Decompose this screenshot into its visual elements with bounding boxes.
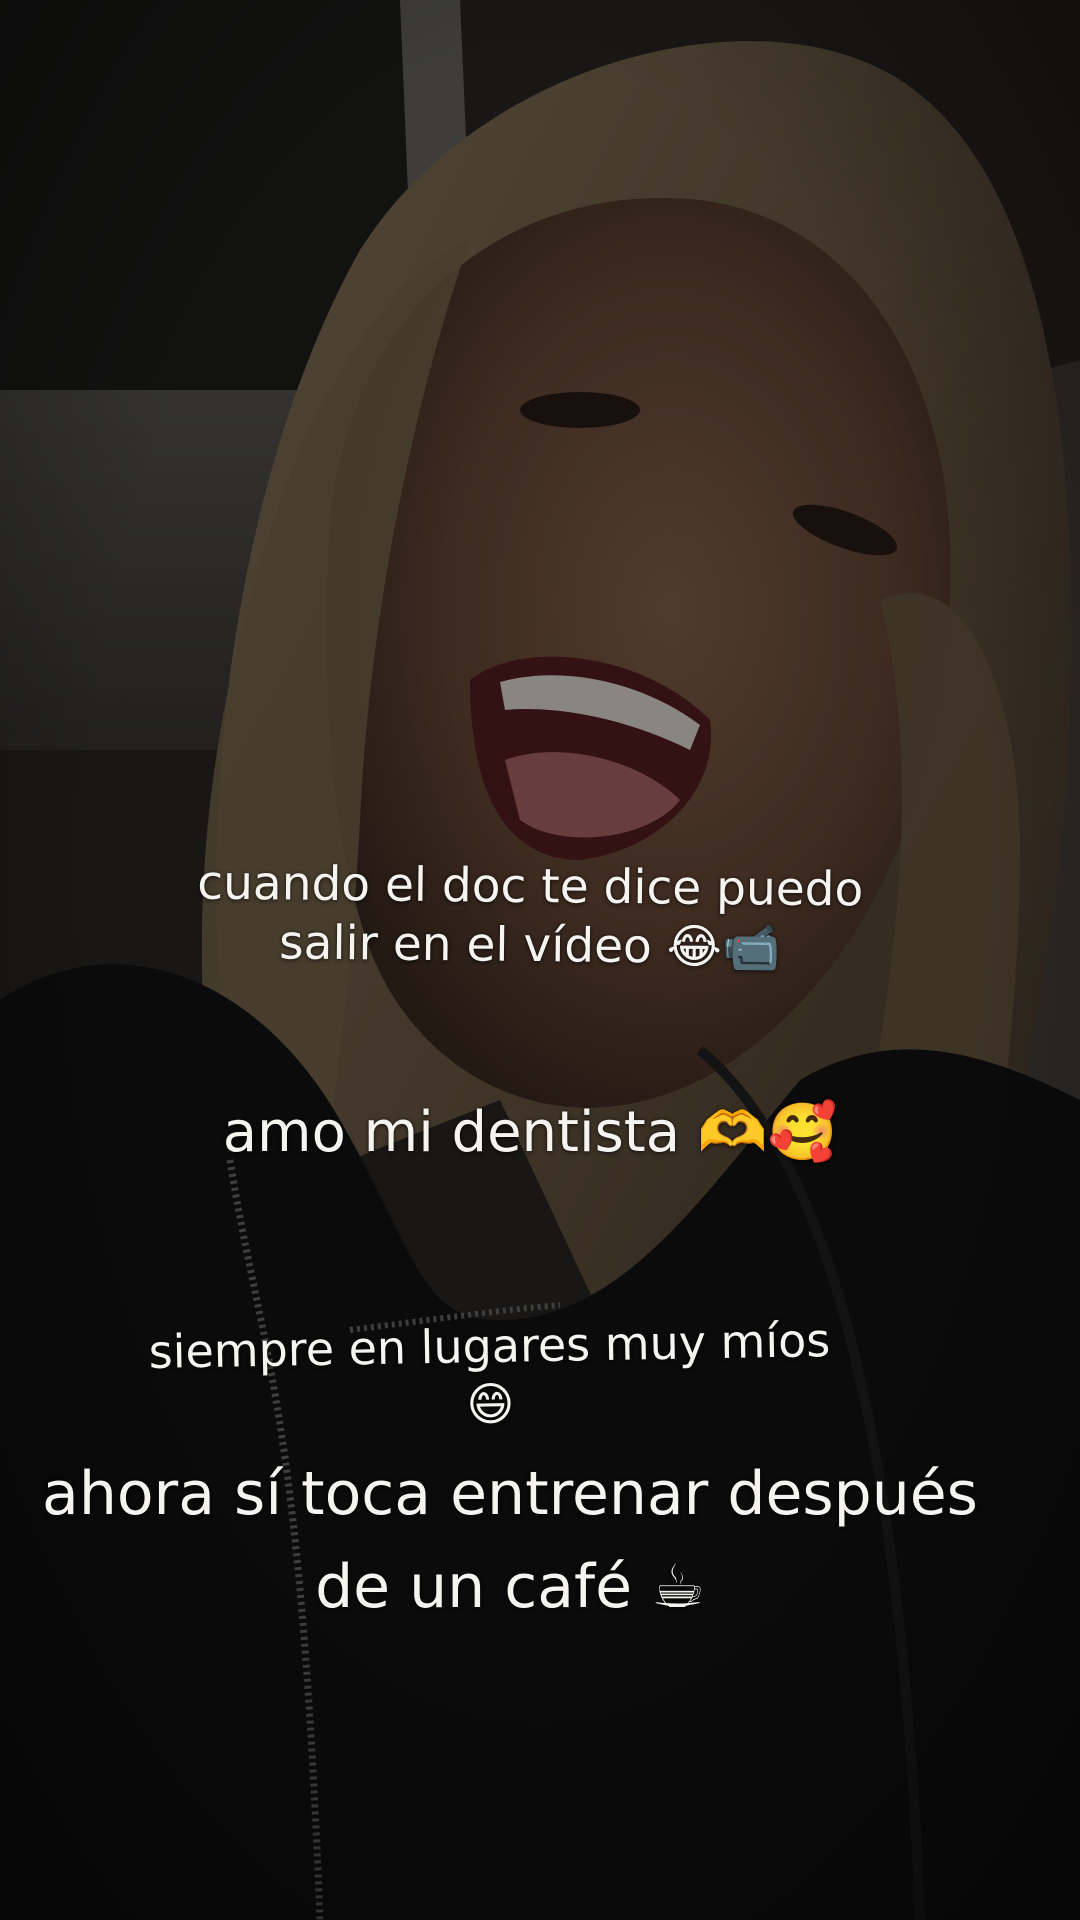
caption-line: amo mi dentista 🫶🥰: [222, 1100, 838, 1165]
caption-line: salir en el vídeo 😂📹: [278, 915, 781, 976]
caption-line: ahora sí toca entrenar después: [42, 1459, 978, 1529]
caption-places: siempre en lugares muy míos 😄: [109, 1311, 871, 1439]
caption-dentist: amo mi dentista 🫶🥰: [160, 1098, 900, 1168]
caption-doc-video: cuando el doc te dice puedo salir en el …: [159, 854, 900, 979]
caption-line: cuando el doc te dice puedo: [197, 855, 864, 918]
photo-frame: cuando el doc te dice puedo salir en el …: [0, 0, 1080, 1920]
caption-training: ahora sí toca entrenar después de un caf…: [20, 1448, 1000, 1634]
caption-line: de un café ☕: [315, 1552, 705, 1622]
